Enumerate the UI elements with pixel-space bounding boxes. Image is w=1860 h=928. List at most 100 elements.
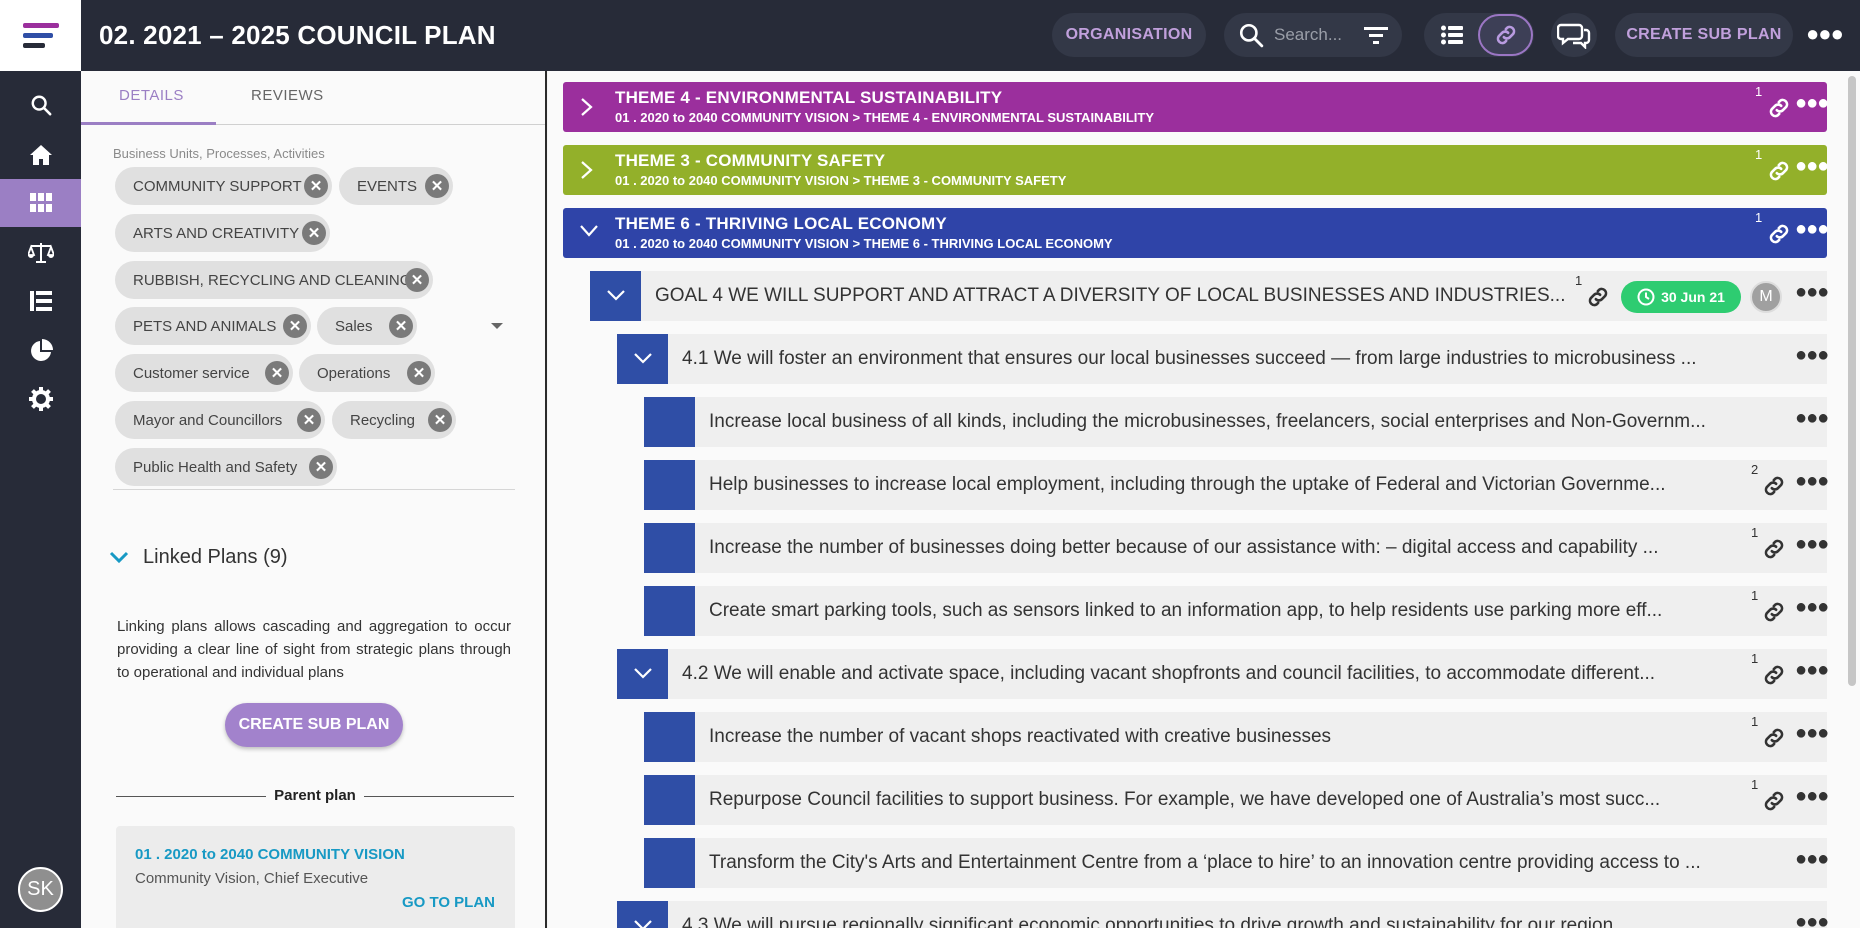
- app-root: 02. 2021 – 2025 COUNCIL PLAN ORGANISATIO…: [0, 0, 1860, 928]
- theme-path: 01 . 2020 to 2040 COMMUNITY VISION > THE…: [615, 110, 1154, 125]
- linked-plans-header[interactable]: Linked Plans (9): [109, 546, 288, 569]
- link-icon[interactable]: [1766, 95, 1792, 121]
- expand-toggle[interactable]: [617, 334, 668, 384]
- expand-toggle[interactable]: [590, 271, 641, 321]
- parent-plan-name[interactable]: 01 . 2020 to 2040 COMMUNITY VISION: [135, 846, 405, 863]
- objective-row[interactable]: 4.1 We will foster an environment that e…: [617, 334, 1829, 384]
- strategy-title: Create smart parking tools, such as sens…: [709, 600, 1663, 621]
- expand-toggle[interactable]: [617, 901, 668, 928]
- nav-search[interactable]: [0, 81, 81, 129]
- linked-view-button[interactable]: [1478, 14, 1533, 56]
- remove-chip-icon[interactable]: ✕: [302, 221, 326, 245]
- link-icon[interactable]: [1766, 158, 1792, 184]
- chevron-down-icon[interactable]: [579, 223, 599, 239]
- more-options-icon[interactable]: ●●●: [1795, 785, 1829, 808]
- chip: COMMUNITY SUPPORT ✕: [115, 167, 332, 205]
- link-icon[interactable]: [1766, 221, 1792, 247]
- search-box[interactable]: Search...: [1224, 13, 1402, 57]
- go-to-plan-link[interactable]: GO TO PLAN: [402, 894, 495, 911]
- nav-plans[interactable]: [0, 179, 81, 227]
- more-options-icon[interactable]: ●●●: [1795, 911, 1829, 928]
- owner-avatar[interactable]: M: [1750, 281, 1782, 313]
- theme-row[interactable]: THEME 6 - THRIVING LOCAL ECONOMY 01 . 20…: [563, 208, 1829, 258]
- more-options-icon[interactable]: ●●●: [1795, 281, 1829, 304]
- nav-settings[interactable]: [0, 375, 81, 423]
- link-icon[interactable]: [1761, 788, 1787, 814]
- link-icon[interactable]: [1761, 599, 1787, 625]
- link-icon[interactable]: [1761, 473, 1787, 499]
- goal-row[interactable]: GOAL 4 WE WILL SUPPORT AND ATTRACT A DIV…: [590, 271, 1829, 321]
- app-logo[interactable]: [0, 0, 81, 71]
- remove-chip-icon[interactable]: ✕: [283, 314, 307, 338]
- link-icon[interactable]: [1761, 662, 1787, 688]
- more-options-icon[interactable]: ●●●: [1795, 533, 1829, 556]
- remove-chip-icon[interactable]: ✕: [425, 174, 449, 198]
- scrollbar[interactable]: [1848, 76, 1856, 686]
- chevron-down-icon[interactable]: [491, 323, 503, 329]
- theme-row[interactable]: THEME 3 - COMMUNITY SAFETY 01 . 2020 to …: [563, 145, 1829, 195]
- theme-row[interactable]: THEME 4 - ENVIRONMENTAL SUSTAINABILITY 0…: [563, 82, 1829, 132]
- item-marker: [644, 523, 695, 573]
- remove-chip-icon[interactable]: ✕: [297, 408, 321, 432]
- create-sub-plan-top-button[interactable]: CREATE SUB PLAN: [1615, 13, 1793, 57]
- chip-label: PETS AND ANIMALS: [133, 317, 277, 335]
- pie-chart-icon: [30, 339, 53, 361]
- nav-home[interactable]: [0, 131, 81, 179]
- link-icon[interactable]: [1761, 536, 1787, 562]
- nav-compliance[interactable]: [0, 229, 81, 277]
- search-input[interactable]: Search...: [1274, 25, 1342, 45]
- more-options-icon[interactable]: ●●●: [1795, 155, 1829, 178]
- remove-chip-icon[interactable]: ✕: [309, 455, 333, 479]
- strategy-row[interactable]: Increase local business of all kinds, in…: [644, 397, 1829, 447]
- link-icon[interactable]: [1585, 284, 1611, 310]
- more-options-icon[interactable]: ●●●: [1795, 92, 1829, 115]
- chevron-right-icon[interactable]: [579, 97, 595, 117]
- more-options-icon[interactable]: ●●●: [1795, 407, 1829, 430]
- comments-button[interactable]: [1551, 13, 1597, 57]
- more-options-icon[interactable]: ●●●: [1795, 218, 1829, 241]
- user-avatar[interactable]: SK: [18, 867, 63, 912]
- objective-row[interactable]: 4.3 We will pursue regionally significan…: [617, 901, 1829, 928]
- list-view-icon[interactable]: [1441, 25, 1463, 45]
- chip: ARTS AND CREATIVITY ✕: [115, 214, 330, 252]
- remove-chip-icon[interactable]: ✕: [428, 408, 452, 432]
- strategy-row[interactable]: Repurpose Council facilities to support …: [644, 775, 1829, 825]
- tab-details[interactable]: DETAILS: [119, 87, 184, 104]
- nav-dashboard[interactable]: [0, 327, 81, 375]
- nav-reports[interactable]: [0, 277, 81, 325]
- remove-chip-icon[interactable]: ✕: [389, 314, 413, 338]
- chip: Operations ✕: [299, 354, 435, 392]
- remove-chip-icon[interactable]: ✕: [265, 361, 289, 385]
- item-marker: [644, 586, 695, 636]
- more-options-icon[interactable]: ●●●: [1795, 344, 1829, 367]
- strategy-row[interactable]: Increase the number of vacant shops reac…: [644, 712, 1829, 762]
- top-bar: 02. 2021 – 2025 COUNCIL PLAN ORGANISATIO…: [0, 0, 1860, 71]
- chevron-right-icon[interactable]: [579, 160, 595, 180]
- filter-icon[interactable]: [1364, 25, 1388, 45]
- remove-chip-icon[interactable]: ✕: [407, 361, 431, 385]
- strategy-row[interactable]: Help businesses to increase local employ…: [644, 460, 1829, 510]
- remove-chip-icon[interactable]: ✕: [304, 174, 328, 198]
- item-marker: [644, 712, 695, 762]
- more-options-icon[interactable]: ●●●: [1795, 722, 1829, 745]
- more-options-icon[interactable]: ●●●: [1795, 596, 1829, 619]
- more-options-icon[interactable]: ●●●: [1795, 470, 1829, 493]
- more-options-icon[interactable]: ●●●: [1795, 659, 1829, 682]
- organisation-button[interactable]: ORGANISATION: [1052, 13, 1206, 57]
- create-sub-plan-button[interactable]: CREATE SUB PLAN: [225, 703, 403, 747]
- theme-path: 01 . 2020 to 2040 COMMUNITY VISION > THE…: [615, 173, 1067, 188]
- remove-chip-icon[interactable]: ✕: [405, 268, 429, 292]
- strategy-title: Transform the City's Arts and Entertainm…: [709, 852, 1701, 873]
- more-options-icon[interactable]: ●●●: [1806, 21, 1844, 47]
- link-icon[interactable]: [1761, 725, 1787, 751]
- expand-toggle[interactable]: [617, 649, 668, 699]
- objective-row[interactable]: 4.2 We will enable and activate space, i…: [617, 649, 1829, 699]
- more-options-icon[interactable]: ●●●: [1795, 848, 1829, 871]
- tab-reviews[interactable]: REVIEWS: [251, 87, 324, 104]
- strategy-row[interactable]: Transform the City's Arts and Entertainm…: [644, 838, 1829, 888]
- link-count: 2: [1751, 462, 1759, 477]
- strategy-row[interactable]: Increase the number of businesses doing …: [644, 523, 1829, 573]
- strategy-row[interactable]: Create smart parking tools, such as sens…: [644, 586, 1829, 636]
- due-date-badge[interactable]: 30 Jun 21: [1621, 281, 1741, 313]
- report-icon: [29, 291, 52, 311]
